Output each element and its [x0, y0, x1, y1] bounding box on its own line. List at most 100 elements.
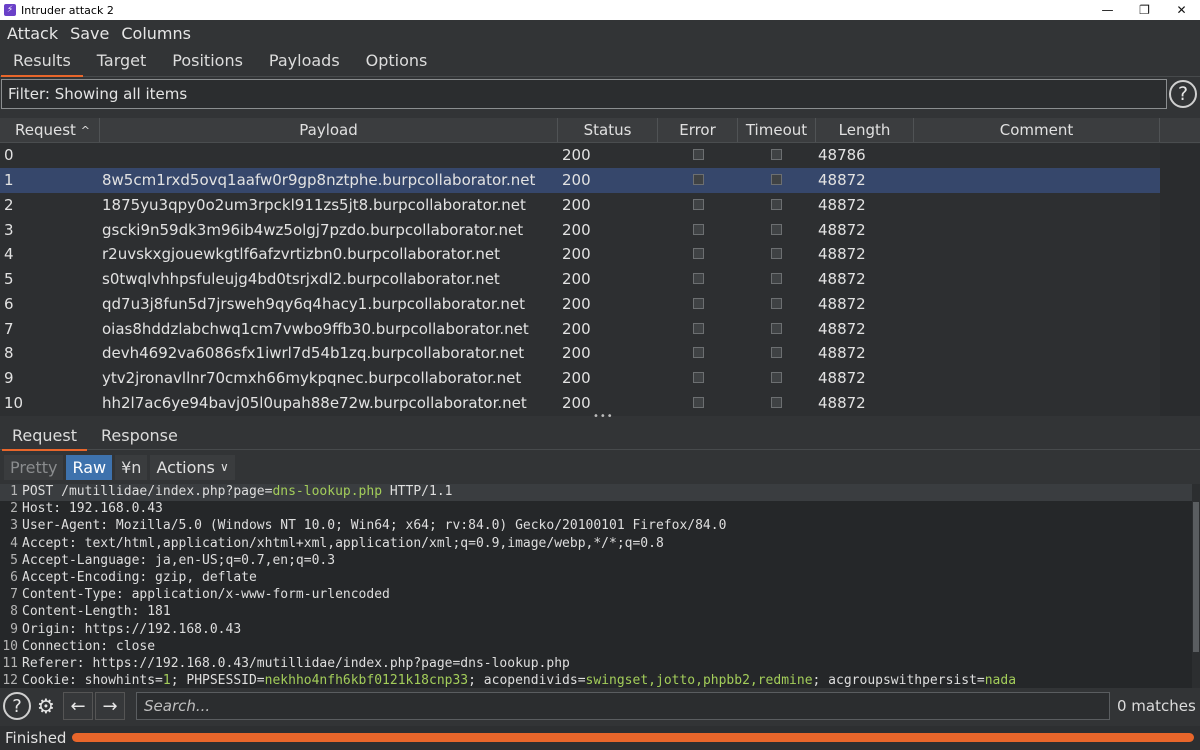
gear-icon[interactable]: ⚙ [31, 692, 61, 720]
code-segment: Connection: close [22, 638, 156, 654]
tab-request[interactable]: Request [0, 422, 89, 451]
code-text: Content-Type: application/x-www-form-url… [22, 587, 390, 604]
request-cell: 4 [4, 245, 14, 264]
param-value: swingset,jotto,phpbb2,redmine [585, 673, 813, 688]
error-checkbox [693, 223, 704, 235]
timeout-checkbox [771, 322, 782, 334]
table-row[interactable]: 9 ytv2jronavllnr70cmxh66mykpqnec.burpcoll… [0, 366, 1200, 391]
code-segment: Host: 192.168.0.43 [22, 501, 163, 517]
code-segment: Content-Length: 181 [22, 604, 171, 620]
title-bar: ⚡ Intruder attack 2 — ❐ ✕ [0, 0, 1200, 20]
table-row[interactable]: 8 devh4692va6086sfx1iwrl7d54b1zq.burpcoll… [0, 341, 1200, 366]
table-row[interactable]: 5 s0twqlvhhpsfuleujg4bd0tsrjxdl2.burpcoll… [0, 267, 1200, 292]
editor-toolbar: Pretty Raw ¥n Actions ∨ [0, 452, 1200, 482]
request-editor[interactable]: 1 POST /mutillidae/index.php?page=dns-loo… [0, 484, 1192, 688]
tab-positions[interactable]: Positions [159, 51, 256, 76]
request-cell: 1 [4, 171, 14, 190]
error-checkbox [693, 396, 704, 408]
column-payload[interactable]: Payload [100, 118, 558, 142]
code-text: Connection: close [22, 639, 155, 656]
param-value: 1 [162, 673, 171, 688]
table-row[interactable]: 1 8w5cm1rxd5ovq1aafw0r9gp8nztphe.burpcoll… [0, 167, 1200, 193]
request-cell: 2 [4, 195, 14, 214]
column-length[interactable]: Length [816, 118, 914, 142]
table-row[interactable]: 6 qd7u3j8fun5d7jrsweh9qy6q4hacy1.burpcoll… [0, 292, 1200, 317]
close-button[interactable]: ✕ [1163, 0, 1200, 20]
raw-button[interactable]: Raw [66, 454, 113, 480]
editor-scrollbar[interactable] [1192, 484, 1200, 688]
newline-toggle-button[interactable]: ¥n [115, 454, 148, 480]
line-number: 4 [10, 535, 18, 551]
code-line: 6 Accept-Encoding: gzip, deflate [0, 570, 1192, 587]
error-cell [658, 171, 738, 189]
line-number: 5 [10, 552, 18, 568]
timeout-cell [738, 221, 816, 239]
table-row[interactable]: 4 r2uvskxgjouewkgtlf6afzvrtizbn0.burpcoll… [0, 242, 1200, 267]
error-cell [658, 394, 738, 412]
filter-bar[interactable]: Filter: Showing all items [1, 79, 1167, 109]
table-row[interactable]: 2 1875yu3qpy0o2um3rpckl911zs5jt8.burpcoll… [0, 193, 1200, 218]
tab-options[interactable]: Options [353, 51, 441, 76]
table-scrollbar[interactable] [1160, 144, 1200, 416]
length-cell: 48786 [818, 146, 866, 165]
window-title: Intruder attack 2 [21, 3, 114, 17]
help-icon[interactable]: ? [3, 692, 31, 720]
timeout-cell [738, 344, 816, 362]
timeout-cell [738, 369, 816, 387]
menu-attack[interactable]: Attack [7, 24, 58, 43]
menu-bar: Attack Save Columns [0, 20, 1200, 47]
line-number: 2 [10, 501, 18, 517]
line-number: 8 [10, 604, 18, 620]
code-segment: Accept-Language: ja,en-US;q=0.7,en;q=0.3 [22, 552, 336, 568]
timeout-checkbox [771, 223, 782, 235]
chevron-down-icon: ∨ [219, 460, 229, 474]
length-cell: 48872 [818, 171, 866, 190]
code-line: 9 Origin: https://192.168.0.43 [0, 622, 1192, 639]
request-cell: 6 [4, 294, 14, 313]
menu-columns[interactable]: Columns [121, 24, 191, 43]
table-row[interactable]: 7 oias8hddzlabchwq1cm7vwbo9ffb30.burpcoll… [0, 316, 1200, 341]
column-error[interactable]: Error [658, 118, 738, 142]
timeout-checkbox [771, 248, 782, 260]
request-cell: 3 [4, 220, 14, 239]
table-body: 0 200 48786 1 8w5cm1rxd5ovq1aafw0r9gp8nztphe… [0, 143, 1200, 415]
line-number: 12 [2, 673, 18, 688]
payload-cell: devh4692va6086sfx1iwrl7d54b1zq.burpcolla… [102, 344, 525, 363]
table-row[interactable]: 0 200 48786 [0, 143, 1200, 168]
arrow-right-icon[interactable]: → [95, 692, 125, 720]
tab-results[interactable]: Results [0, 51, 84, 77]
error-cell [658, 320, 738, 338]
arrow-left-icon[interactable]: ← [63, 692, 93, 720]
status-cell: 200 [562, 319, 591, 338]
sort-asc-icon: ^ [80, 123, 90, 137]
scrollbar-thumb[interactable] [1193, 502, 1199, 652]
code-line: 1 POST /mutillidae/index.php?page=dns-loo… [0, 484, 1192, 502]
tab-target[interactable]: Target [84, 51, 160, 76]
length-cell: 48872 [818, 195, 866, 214]
code-segment: Content-Type: application/x-www-form-url… [22, 587, 390, 603]
tab-response[interactable]: Response [89, 422, 190, 450]
error-cell [658, 245, 738, 263]
error-checkbox [693, 347, 704, 359]
column-timeout[interactable]: Timeout [738, 118, 816, 142]
code-line: 12 Cookie: showhints=1; PHPSESSID=nekhho4… [0, 673, 1192, 688]
tab-payloads[interactable]: Payloads [256, 51, 353, 76]
code-line: 7 Content-Type: application/x-www-form-ur… [0, 587, 1192, 604]
column-status[interactable]: Status [558, 118, 658, 142]
pane-divider[interactable]: ••• [593, 411, 614, 422]
status-cell: 200 [562, 344, 591, 363]
search-input[interactable]: Search... [136, 692, 1110, 720]
table-row[interactable]: 3 gscki9n59dk3m96ib4wz5olgj7pzdo.burpcoll… [0, 217, 1200, 242]
column-comment[interactable]: Comment [914, 118, 1160, 142]
help-icon[interactable]: ? [1169, 80, 1197, 108]
minimize-button[interactable]: — [1089, 0, 1126, 20]
pretty-button[interactable]: Pretty [4, 454, 64, 480]
menu-save[interactable]: Save [70, 24, 109, 43]
code-line: 4 Accept: text/html,application/xhtml+xml… [0, 536, 1192, 553]
actions-button[interactable]: Actions ∨ [150, 454, 235, 480]
code-line: 8 Content-Length: 181 [0, 604, 1192, 621]
column-request[interactable]: Request ^ [0, 118, 100, 142]
maximize-button[interactable]: ❐ [1126, 0, 1163, 20]
payload-cell: gscki9n59dk3m96ib4wz5olgj7pzdo.burpcolla… [102, 220, 524, 239]
status-cell: 200 [562, 220, 591, 239]
